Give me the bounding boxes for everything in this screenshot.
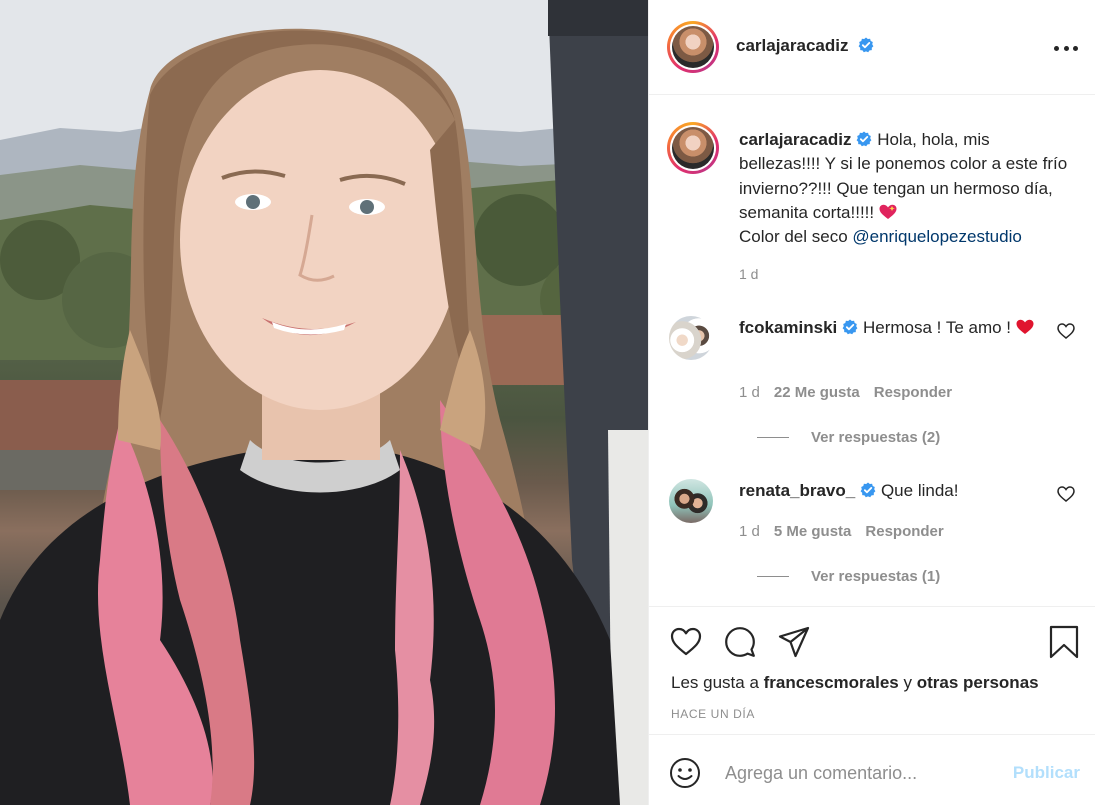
more-options-button[interactable] [1054,36,1078,60]
post-photo[interactable] [0,0,648,805]
comment-time[interactable]: 1 d [739,384,760,401]
comment-like-heart-icon[interactable] [1057,322,1075,340]
caption-author-avatar[interactable] [667,122,719,174]
author-avatar-image [672,26,714,68]
comment-time[interactable]: 1 d [739,523,760,540]
verified-badge-icon [860,482,876,498]
verified-badge-icon [842,319,858,335]
comment-input[interactable] [725,757,995,789]
sparkling-heart-icon [879,204,897,219]
liker-username[interactable]: francescmorales [764,673,899,692]
post-actions: Les gusta a francescmorales y otras pers… [649,606,1095,734]
author-username[interactable]: carlajaracadiz [736,36,848,55]
comment-body: Que linda! [876,481,959,500]
comment-like-heart-icon[interactable] [1057,485,1075,503]
send-icon[interactable] [777,625,811,659]
view-replies-label: Ver respuestas (2) [811,429,941,446]
comment-item: fcokaminski Hermosa ! Te amo ! 1 d 22 Me … [667,316,1077,446]
view-replies-button[interactable]: Ver respuestas (2) [757,429,940,446]
caption-time[interactable]: 1 d [739,266,758,282]
comment-text: renata_bravo_ Que linda! [739,479,1039,503]
comment-meta: 1 d 5 Me gusta Responder [739,523,944,540]
author-name-row: carlajaracadiz [736,36,874,56]
add-comment-form: Publicar [649,734,1095,805]
likes-summary: Les gusta a francescmorales y otras pers… [671,673,1039,692]
post-side-panel: carlajaracadiz carlajaracadiz Hola, hola… [648,0,1095,805]
caption-body-line2: Color del seco [739,227,853,247]
publish-button[interactable]: Publicar [1013,763,1080,783]
more-horizontal-icon [1054,45,1059,51]
commenter-username[interactable]: renata_bravo_ [739,481,855,500]
comment-text: fcokaminski Hermosa ! Te amo ! [739,316,1039,340]
comment-icon[interactable] [723,625,757,659]
caption-username[interactable]: carlajaracadiz [739,130,851,149]
red-heart-icon [1016,319,1034,334]
heart-icon[interactable] [669,625,703,659]
comment-meta: 1 d 22 Me gusta Responder [739,384,952,401]
comment-reply-button[interactable]: Responder [874,384,952,401]
caption-text: carlajaracadiz Hola, hola, mis bellezas!… [739,128,1069,249]
emoji-icon[interactable] [669,757,701,789]
bookmark-icon[interactable] [1047,625,1081,659]
comment-reply-button[interactable]: Responder [865,523,943,540]
verified-badge-icon [858,37,874,53]
replies-divider [757,576,789,577]
commenter-avatar[interactable] [669,316,713,360]
photo-illustration [0,0,648,805]
verified-badge-icon [857,131,872,147]
caption-mention-link[interactable]: @enriquelopezestudio [852,227,1021,246]
comment-likes-count[interactable]: 22 Me gusta [774,384,860,401]
view-replies-label: Ver respuestas (1) [811,568,941,585]
post-timestamp[interactable]: HACE UN DÍA [671,707,755,721]
commenter-username[interactable]: fcokaminski [739,318,837,337]
comment-body: Hermosa ! Te amo ! [858,318,1016,337]
commenter-avatar[interactable] [669,479,713,523]
other-likers-link[interactable]: otras personas [917,673,1039,692]
comment-item: renata_bravo_ Que linda! 1 d 5 Me gusta Re… [667,479,1077,599]
view-replies-button[interactable]: Ver respuestas (1) [757,568,940,585]
replies-divider [757,437,789,438]
comment-likes-count[interactable]: 5 Me gusta [774,523,852,540]
author-avatar[interactable] [667,21,719,73]
post-header: carlajaracadiz [649,0,1095,95]
